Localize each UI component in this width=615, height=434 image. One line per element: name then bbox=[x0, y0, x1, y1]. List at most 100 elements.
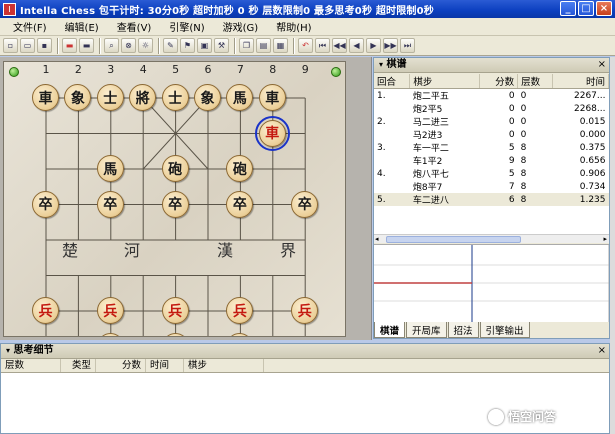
close-icon[interactable]: × bbox=[598, 344, 606, 358]
col-time[interactable]: 时间 bbox=[552, 74, 609, 89]
col-move[interactable]: 棋步 bbox=[184, 359, 264, 372]
col-time[interactable]: 时间 bbox=[146, 359, 184, 372]
column-number: 4 bbox=[139, 63, 147, 76]
search-icon[interactable]: ⌕ bbox=[104, 38, 119, 53]
black-piece[interactable]: 卒 bbox=[32, 190, 59, 218]
scroll-left-icon[interactable]: ◂ bbox=[375, 235, 379, 243]
stop-icon[interactable]: ⊗ bbox=[121, 38, 136, 53]
black-piece[interactable]: 士 bbox=[161, 84, 189, 111]
maximize-button[interactable]: □ bbox=[578, 1, 594, 16]
black-piece[interactable]: 車 bbox=[258, 84, 286, 111]
red-board-icon[interactable]: ▬ bbox=[62, 38, 77, 53]
move-cell-score: 0 bbox=[508, 90, 515, 101]
move-cell-depth: 8 bbox=[520, 168, 527, 179]
move-list[interactable]: 回合 棋步 分数 层数 时间 1. 炮二平五 0 0 2267... 炮2平5 0 0 2268… bbox=[374, 74, 609, 234]
move-row[interactable]: 炮8平7 7 8 0.734 bbox=[374, 180, 609, 194]
move-cell-move: 车1平2 bbox=[412, 157, 443, 167]
move-row[interactable]: 5. 车二进八 6 8 1.235 bbox=[374, 193, 609, 206]
edit-icon[interactable]: ✎ bbox=[163, 38, 178, 53]
forward-icon[interactable]: ▶ bbox=[366, 38, 381, 53]
scroll-right-icon[interactable]: ▸ bbox=[603, 235, 607, 243]
back-fast-icon[interactable]: ◀◀ bbox=[332, 38, 347, 53]
col-depth[interactable]: 层数 bbox=[517, 74, 554, 89]
move-cell-time: 0.734 bbox=[579, 181, 606, 192]
close-button[interactable]: × bbox=[596, 1, 612, 16]
new-file-icon[interactable]: ▫ bbox=[3, 38, 18, 53]
open-folder-icon[interactable]: ▭ bbox=[20, 38, 35, 53]
board-panel: 123456789 楚 河 漢 界 車象士將士象馬車車馬砲砲卒卒卒卒卒兵兵兵兵兵… bbox=[0, 57, 372, 340]
move-cell-round bbox=[374, 102, 410, 115]
copy-icon[interactable]: ❐ bbox=[239, 38, 254, 53]
black-piece[interactable]: 車 bbox=[32, 84, 59, 111]
board-settings-icon[interactable]: ▦ bbox=[273, 38, 288, 53]
red-piece[interactable]: 兵 bbox=[96, 297, 124, 324]
menu-game[interactable]: 游戏(G) bbox=[214, 19, 268, 34]
move-cell-time: 0.906 bbox=[579, 168, 606, 179]
hammer-icon[interactable]: ⚒ bbox=[214, 38, 229, 53]
flag-icon[interactable]: ⚑ bbox=[180, 38, 195, 53]
col-score[interactable]: 分数 bbox=[479, 74, 519, 89]
first-move-icon[interactable]: ⏮ bbox=[315, 38, 330, 53]
move-row[interactable]: 炮2平5 0 0 2268... bbox=[374, 102, 609, 116]
red-piece[interactable]: 兵 bbox=[161, 297, 189, 324]
chess-board[interactable]: 123456789 楚 河 漢 界 車象士將士象馬車車馬砲砲卒卒卒卒卒兵兵兵兵兵… bbox=[3, 61, 346, 337]
menu-file[interactable]: 文件(F) bbox=[4, 19, 56, 34]
move-row[interactable]: 4. 炮八平七 5 8 0.906 bbox=[374, 167, 609, 181]
move-cell-round bbox=[374, 180, 410, 193]
tab-moves[interactable]: 招法 bbox=[447, 322, 479, 338]
horizontal-scrollbar[interactable]: ◂ ▸ bbox=[374, 234, 609, 243]
black-piece[interactable]: 卒 bbox=[291, 190, 319, 218]
back-icon[interactable]: ◀ bbox=[349, 38, 364, 53]
move-cell-score: 5 bbox=[508, 142, 515, 153]
analysis-title: 思考细节 bbox=[13, 345, 54, 356]
menu-engine[interactable]: 引擎(N) bbox=[160, 19, 213, 34]
black-piece[interactable]: 將 bbox=[129, 84, 157, 111]
undo-icon[interactable]: ↶ bbox=[298, 38, 313, 53]
red-piece[interactable]: 車 bbox=[254, 115, 290, 151]
col-move[interactable]: 棋步 bbox=[409, 74, 481, 89]
move-row[interactable]: 马2进3 0 0 0.000 bbox=[374, 128, 609, 142]
black-piece[interactable]: 卒 bbox=[226, 190, 254, 218]
menu-bar: 文件(F) 编辑(E) 查看(V) 引擎(N) 游戏(G) 帮助(H) bbox=[0, 18, 615, 36]
black-piece[interactable]: 砲 bbox=[161, 155, 189, 182]
tab-opening-book[interactable]: 开局库 bbox=[406, 322, 447, 338]
col-depth[interactable]: 层数 bbox=[1, 359, 61, 372]
lock-icon[interactable]: ▣ bbox=[197, 38, 212, 53]
menu-help[interactable]: 帮助(H) bbox=[267, 19, 320, 34]
move-cell-score: 5 bbox=[508, 168, 515, 179]
scrollbar-thumb[interactable] bbox=[386, 236, 521, 243]
col-type[interactable]: 类型 bbox=[61, 359, 96, 372]
move-cell-score: 7 bbox=[508, 181, 515, 192]
red-piece[interactable]: 兵 bbox=[32, 297, 59, 324]
tab-qipu[interactable]: 棋谱 bbox=[374, 322, 406, 338]
menu-edit[interactable]: 编辑(E) bbox=[56, 19, 108, 34]
forward-fast-icon[interactable]: ▶▶ bbox=[383, 38, 398, 53]
save-icon[interactable]: ▪ bbox=[37, 38, 52, 53]
black-piece[interactable]: 卒 bbox=[161, 190, 189, 218]
hint-icon[interactable]: ☼ bbox=[138, 38, 153, 53]
pin-icon[interactable]: ▾ bbox=[379, 60, 383, 69]
minimize-button[interactable]: _ bbox=[560, 1, 576, 16]
black-piece[interactable]: 象 bbox=[194, 84, 221, 111]
last-move-icon[interactable]: ⏭ bbox=[400, 38, 415, 53]
move-row[interactable]: 3. 车一平二 5 8 0.375 bbox=[374, 141, 609, 155]
col-score[interactable]: 分数 bbox=[96, 359, 146, 372]
black-piece[interactable]: 士 bbox=[96, 84, 124, 111]
black-piece[interactable]: 卒 bbox=[96, 190, 124, 218]
move-row[interactable]: 2. 马二进三 0 0 0.015 bbox=[374, 115, 609, 129]
move-cell-round bbox=[374, 154, 410, 167]
analysis-header: ▾ 思考细节 × bbox=[1, 344, 609, 359]
score-graph bbox=[374, 244, 610, 323]
red-piece[interactable]: 兵 bbox=[291, 297, 319, 324]
black-board-icon[interactable]: ▬ bbox=[79, 38, 94, 53]
move-row[interactable]: 1. 炮二平五 0 0 2267... bbox=[374, 89, 609, 103]
tab-engine-output[interactable]: 引擎输出 bbox=[479, 322, 530, 338]
pin-icon[interactable]: ▾ bbox=[6, 346, 10, 355]
paste-icon[interactable]: ▤ bbox=[256, 38, 271, 53]
move-row[interactable]: 车1平2 9 8 0.656 bbox=[374, 154, 609, 168]
close-icon[interactable]: × bbox=[598, 58, 606, 72]
menu-view[interactable]: 查看(V) bbox=[108, 19, 161, 34]
move-cell-time: 0.015 bbox=[579, 116, 606, 127]
col-round[interactable]: 回合 bbox=[374, 74, 411, 89]
black-piece[interactable]: 馬 bbox=[96, 155, 124, 182]
